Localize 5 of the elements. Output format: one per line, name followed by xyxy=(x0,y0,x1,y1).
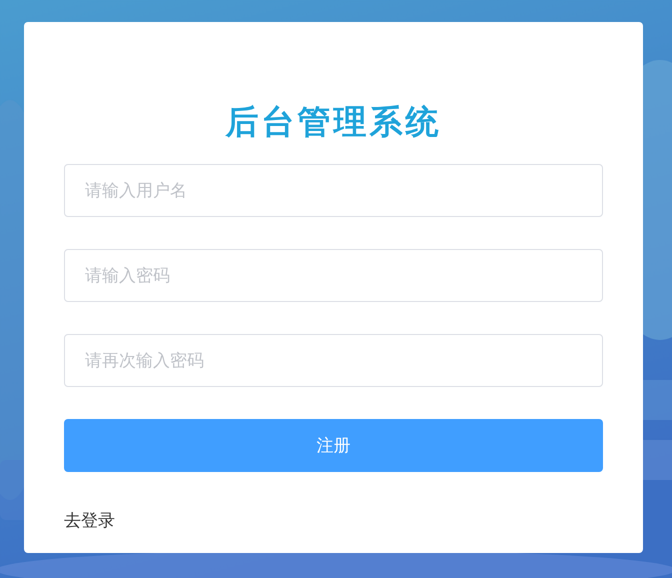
input-field[interactable]: 请输入密码 xyxy=(64,249,603,302)
input-field[interactable]: 请输入用户名 xyxy=(64,164,603,217)
login-link[interactable]: 去登录 xyxy=(64,509,115,532)
input-field[interactable]: 请再次输入密码 xyxy=(64,334,603,387)
app-title: 后台管理系统 xyxy=(224,101,442,143)
